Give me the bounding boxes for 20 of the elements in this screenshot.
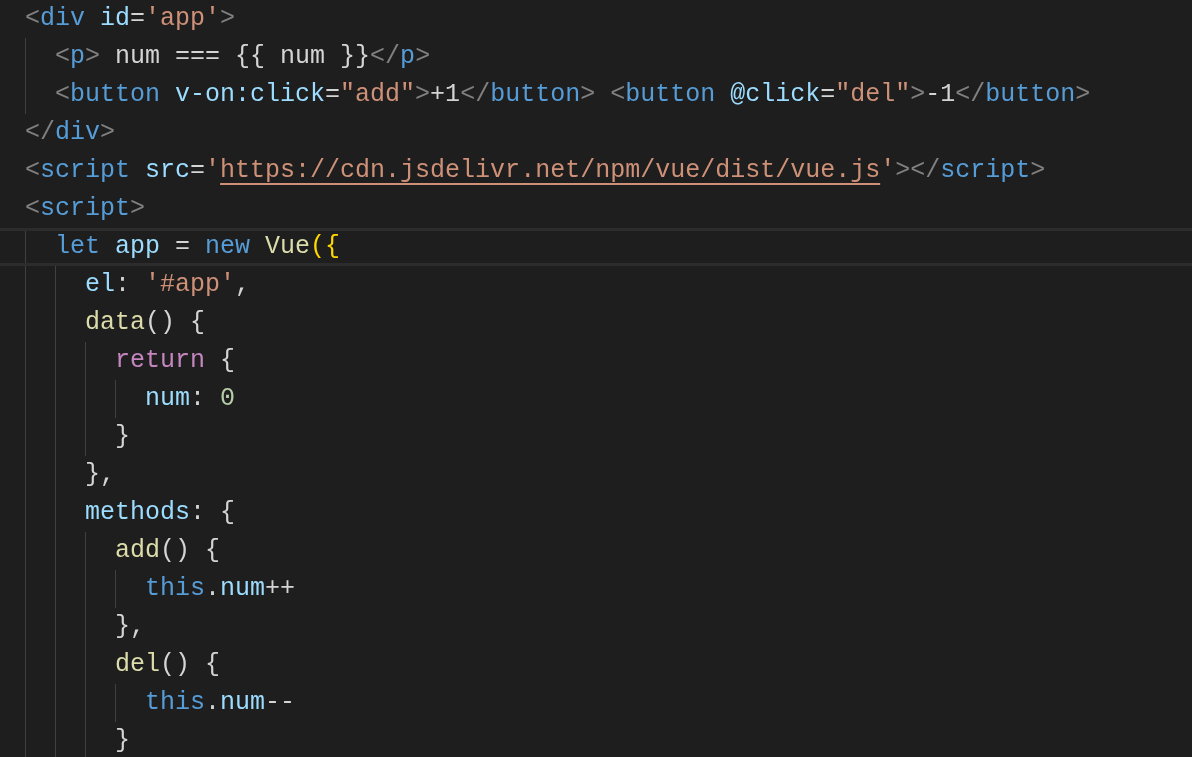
code-line: add() { (114, 535, 221, 567)
code-line: </div> (25, 117, 116, 149)
code-line: <div id='app'> (25, 3, 236, 35)
code-line: let app = new Vue({ (54, 231, 341, 263)
code-line: return { (114, 345, 236, 377)
code-line: } (114, 421, 131, 453)
code-line: <p> num === {{ num }}</p> (54, 41, 431, 73)
code-line: <button v-on:click="add">+1</button> <button @click="del">-1</button> (54, 79, 1091, 111)
code-line: del() { (114, 649, 221, 681)
code-line: num: 0 (144, 383, 236, 415)
code-line: }, (114, 611, 146, 643)
code-line: data() { (84, 307, 206, 339)
code-line: this.num-- (144, 687, 296, 719)
code-line: <script src='https://cdn.jsdelivr.net/npm/vue/dist/vue.js'></script> (25, 155, 1046, 187)
code-line: this.num++ (144, 573, 296, 605)
code-line: }, (84, 459, 115, 491)
code-line: el: '#app', (84, 269, 251, 301)
code-line: methods: { (84, 497, 236, 529)
code-line: } (114, 725, 131, 757)
code-line: <script> (25, 193, 146, 225)
